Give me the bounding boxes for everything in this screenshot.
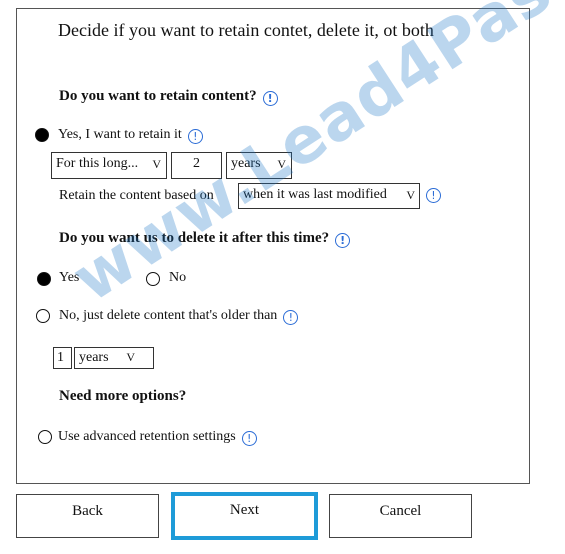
info-icon[interactable]: ! [283,310,299,325]
delete-question: Do you want us to delete it after this t… [59,230,351,248]
delete-yes-label[interactable]: Yes [59,270,79,286]
more-options-heading: Need more options? [59,388,187,404]
delete-only-option[interactable]: No, just delete content that's older tha… [59,308,299,325]
info-icon[interactable]: ! [262,91,278,106]
chevron-down-icon: V [406,188,415,202]
advanced-radio[interactable] [38,430,52,444]
back-button[interactable]: Back [16,494,159,538]
chevron-down-icon: V [277,157,286,171]
delete-no-radio[interactable] [146,272,160,286]
info-icon[interactable]: ! [187,129,203,144]
next-button[interactable]: Next [171,492,318,540]
retain-question-text: Do you want to retain content? [59,88,257,104]
period-unit-dropdown[interactable]: years V [226,152,292,179]
period-mode-dropdown[interactable]: For this long... V [51,152,167,179]
retain-yes-radio[interactable] [35,128,49,142]
retain-basis-dropdown[interactable]: when it was last modified V [238,183,420,209]
period-value-input[interactable]: 2 [171,152,222,179]
delete-yes-radio[interactable] [37,272,51,286]
delete-only-radio[interactable] [36,309,50,323]
period-unit-value: years [231,156,261,171]
delete-unit-dropdown[interactable]: years V [74,347,154,369]
period-mode-value: For this long... [56,156,139,171]
info-icon[interactable]: ! [335,233,351,248]
delete-only-label: No, just delete content that's older tha… [59,308,278,323]
retain-question: Do you want to retain content?! [59,88,278,106]
advanced-option[interactable]: Use advanced retention settings! [58,429,257,446]
cancel-button[interactable]: Cancel [329,494,472,538]
advanced-label: Use advanced retention settings [58,429,236,444]
delete-no-label[interactable]: No [169,270,186,286]
chevron-down-icon: V [126,350,135,364]
retain-basis-label: Retain the content based on [59,188,214,203]
delete-question-text: Do you want us to delete it after this t… [59,230,330,246]
chevron-down-icon: V [152,157,161,171]
info-icon[interactable]: ! [426,188,441,203]
delete-value-input[interactable]: 1 [53,347,72,369]
dialog-title: Decide if you want to retain contet, del… [58,20,434,40]
delete-unit-value: years [79,350,109,365]
retain-basis-value: when it was last modified [243,187,387,202]
retain-yes-label: Yes, I want to retain it [58,127,182,142]
info-icon[interactable]: ! [241,431,257,446]
retain-yes-option[interactable]: Yes, I want to retain it! [58,127,203,144]
